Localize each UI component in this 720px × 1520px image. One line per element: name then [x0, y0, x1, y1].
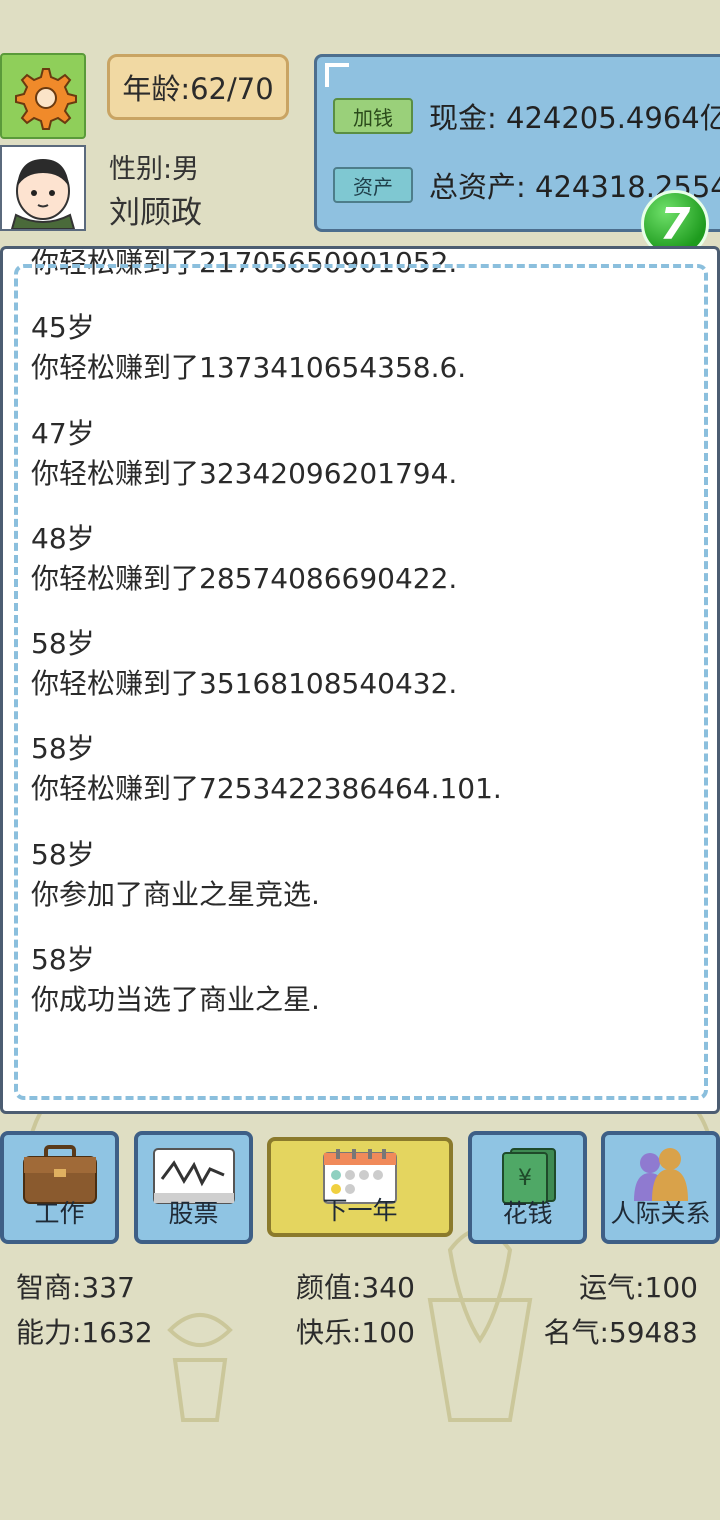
- cash-amount: 现金: 424205.4964亿: [429, 101, 720, 135]
- assets-button[interactable]: 资产: [333, 167, 413, 203]
- log-entry: 58岁你成功当选了商业之星.: [31, 939, 691, 1044]
- log-entry: 48岁你轻松赚到了28574086690422.: [31, 518, 691, 623]
- log-entry-message: 你成功当选了商业之星.: [31, 983, 320, 1017]
- next-year-label: 下一年: [322, 1196, 398, 1225]
- spend-money-button[interactable]: ¥ 花钱: [468, 1131, 587, 1244]
- log-entry-age: 58岁: [31, 627, 95, 661]
- stocks-label: 股票: [168, 1199, 219, 1228]
- settings-button[interactable]: [0, 53, 86, 139]
- stat-fame: 名气:59483: [543, 1316, 698, 1349]
- log-entry: 45岁你轻松赚到了1373410654358.6.: [31, 307, 691, 412]
- event-log[interactable]: 45岁你轻松赚到了21705650901052.45岁你轻松赚到了1373410…: [0, 246, 720, 1114]
- log-entry-message: 你轻松赚到了28574086690422.: [31, 561, 458, 595]
- gear-icon: [15, 68, 77, 130]
- log-entry: 58岁你轻松赚到了35168108540432.: [31, 623, 691, 728]
- log-entry-age: 47岁: [31, 416, 95, 450]
- ad-badge-icon: 7: [659, 198, 691, 250]
- relations-label: 人际关系: [610, 1199, 711, 1228]
- log-entry: 45岁你轻松赚到了21705650901052.: [31, 246, 691, 307]
- log-entry-message: 你轻松赚到了32342096201794.: [31, 456, 458, 490]
- next-year-button[interactable]: 下一年: [267, 1137, 453, 1237]
- log-entry-message: 你参加了商业之星竞选.: [31, 877, 320, 911]
- stat-happiness: 快乐:100: [296, 1316, 415, 1349]
- stat-looks: 颜值:340: [296, 1271, 415, 1304]
- relations-button[interactable]: 人际关系: [601, 1131, 720, 1244]
- log-entry: 58岁你参加了商业之星竞选.: [31, 834, 691, 939]
- stocks-button[interactable]: 股票: [134, 1131, 253, 1244]
- log-entry-age: 58岁: [31, 837, 95, 871]
- log-entry-message: 你轻松赚到了21705650901052.: [31, 246, 458, 279]
- stat-luck: 运气:100: [579, 1271, 698, 1304]
- stat-ability: 能力:1632: [16, 1316, 153, 1349]
- stat-iq: 智商:337: [16, 1271, 135, 1304]
- character-name: 刘顾政: [109, 195, 202, 231]
- log-entry-age: 48岁: [31, 521, 95, 555]
- gender-label: 性别:男: [109, 154, 200, 185]
- log-entry-message: 你轻松赚到了1373410654358.6.: [31, 351, 467, 385]
- add-money-label: 加钱: [353, 105, 393, 130]
- event-log-list: 45岁你轻松赚到了21705650901052.45岁你轻松赚到了1373410…: [31, 246, 691, 1044]
- log-entry-age: 45岁: [31, 311, 95, 345]
- assets-label: 资产: [353, 174, 393, 199]
- corner-decoration: [325, 63, 349, 87]
- spend-money-label: 花钱: [502, 1199, 553, 1228]
- work-label: 工作: [34, 1199, 85, 1228]
- log-entry: 47岁你轻松赚到了32342096201794.: [31, 413, 691, 518]
- log-entry-message: 你轻松赚到了7253422386464.101.: [31, 772, 502, 806]
- log-entry-age: 58岁: [31, 732, 95, 766]
- age-label: 年龄:62/70: [122, 72, 274, 106]
- svg-text:¥: ¥: [518, 1166, 532, 1191]
- add-money-button[interactable]: 加钱: [333, 98, 413, 134]
- avatar[interactable]: [0, 145, 86, 231]
- character-avatar-icon: [10, 159, 76, 230]
- work-button[interactable]: 工作: [0, 1131, 119, 1244]
- age-display: 年龄:62/70: [107, 54, 289, 120]
- log-entry-age: 58岁: [31, 943, 95, 977]
- log-entry: 58岁你轻松赚到了7253422386464.101.: [31, 728, 691, 833]
- log-entry-message: 你轻松赚到了35168108540432.: [31, 667, 458, 701]
